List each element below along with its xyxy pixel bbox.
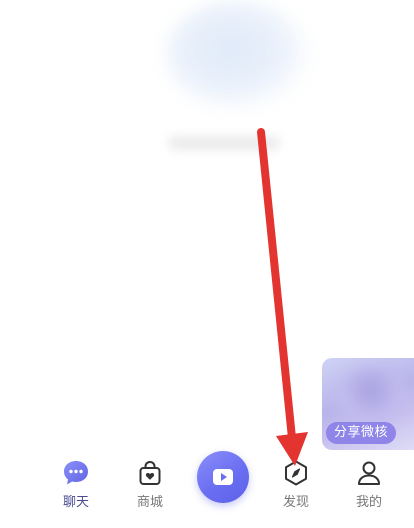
tab-label-discover: 发现 xyxy=(282,495,309,510)
tab-mall[interactable]: 商城 xyxy=(115,450,185,528)
tab-label-mall: 商城 xyxy=(136,495,163,510)
tab-discover[interactable]: 发现 xyxy=(261,450,331,528)
bottom-tab-bar: 聊天 商城 发现 我的 xyxy=(0,450,414,528)
blurred-banner-image xyxy=(165,0,310,110)
share-card-image xyxy=(336,368,406,424)
tab-label-chat: 聊天 xyxy=(62,495,89,510)
chat-bubble-icon xyxy=(61,458,91,488)
shopping-bag-icon xyxy=(135,458,165,488)
tab-mine[interactable]: 我的 xyxy=(334,450,404,528)
play-icon xyxy=(213,469,233,485)
center-play-button[interactable] xyxy=(197,451,249,503)
share-card-label: 分享微核 xyxy=(326,422,397,444)
profile-icon xyxy=(354,458,384,488)
blurred-text-line xyxy=(168,136,280,150)
share-card[interactable]: 分享微核 xyxy=(322,358,414,450)
tab-label-mine: 我的 xyxy=(355,495,382,510)
compass-icon xyxy=(281,458,311,488)
tab-chat[interactable]: 聊天 xyxy=(41,450,111,528)
